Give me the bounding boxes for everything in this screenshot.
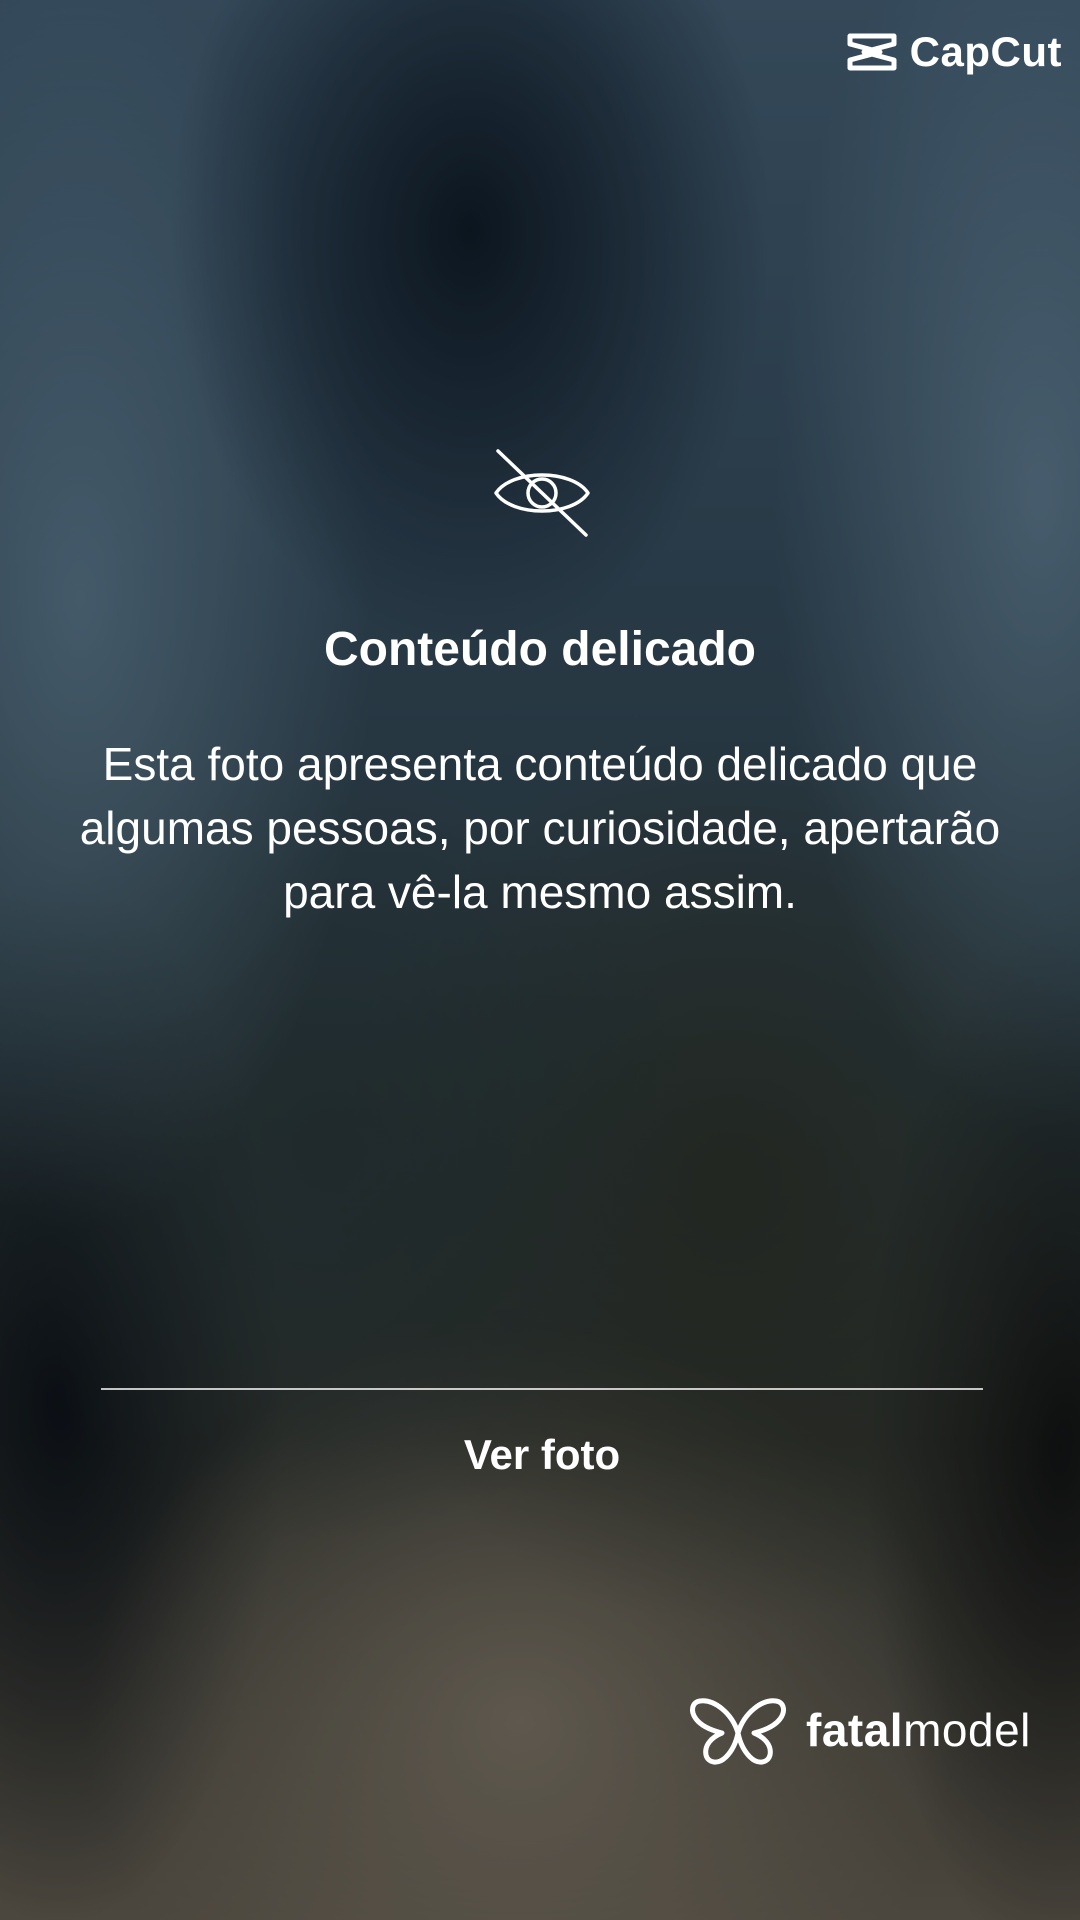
view-photo-button[interactable]: Ver foto xyxy=(101,1400,983,1510)
dark-overlay xyxy=(0,0,1080,1920)
fatalmodel-butterfly-icon xyxy=(690,1698,786,1765)
notice-description-line: para vê-la mesmo assim. xyxy=(283,866,797,918)
capcut-logo-text: CapCut xyxy=(909,28,1062,75)
sensitive-content-screen: CapCut Conteúdo delicado Esta foto apres… xyxy=(0,0,1080,1920)
notice-title: Conteúdo delicado xyxy=(324,623,756,676)
fatalmodel-watermark: fatalmodel xyxy=(688,1693,1031,1767)
fatalmodel-logo-text-bold: fatal xyxy=(806,1704,904,1756)
divider xyxy=(101,1388,983,1390)
capcut-logo-icon xyxy=(847,33,897,71)
fatalmodel-logo-text: fatalmodel xyxy=(806,1703,1031,1757)
notice-description-line: algumas pessoas, por curiosidade, aperta… xyxy=(79,802,1001,854)
capcut-watermark: CapCut xyxy=(844,28,1062,76)
notice-description: Esta foto apresenta conteúdo delicado qu… xyxy=(0,732,1080,924)
fatalmodel-logo-text-regular: model xyxy=(903,1704,1031,1756)
eye-off-icon xyxy=(494,449,590,537)
notice-description-line: Esta foto apresenta conteúdo delicado qu… xyxy=(102,738,978,790)
